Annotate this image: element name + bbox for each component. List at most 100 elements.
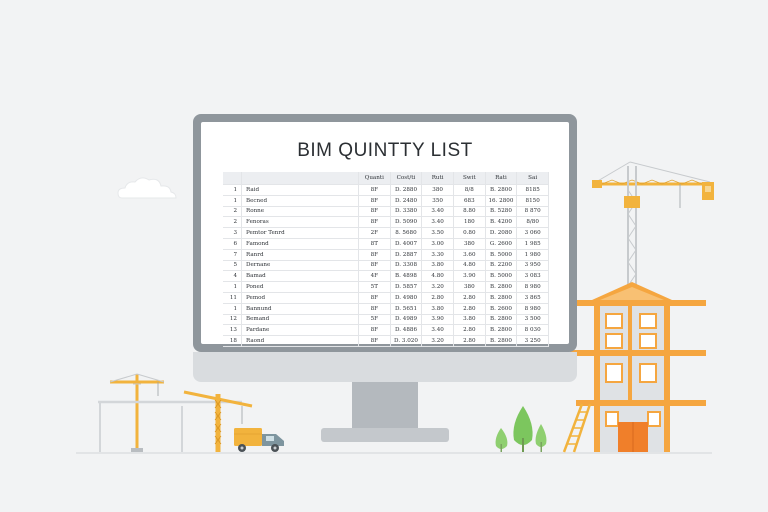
cell-value: 3.80 — [421, 303, 454, 315]
cell-value: 350 — [421, 195, 454, 207]
trees — [495, 406, 547, 452]
cell-value: 3.30 — [421, 249, 454, 261]
item-name: Bamad — [241, 270, 359, 283]
cell-value: D. 2080 — [485, 227, 518, 239]
monitor: BIM QUINTTY LIST Quanti Cost/ti Ruti Swit Ra… — [193, 114, 577, 352]
monitor-stand-neck — [352, 382, 418, 428]
cell-value: 3 500 — [516, 314, 549, 326]
cell-value: B. 4200 — [485, 216, 518, 229]
cell-value: B. 2800 — [485, 335, 518, 347]
row-number: 2 — [223, 216, 242, 229]
cell-value: B. 5000 — [485, 270, 518, 283]
cell-value: B. 2800 — [485, 184, 518, 196]
table-row: 1 Raid 8F D. 2880 380 8/8 B. 2800 8185 — [223, 184, 549, 196]
row-number: 1 — [223, 303, 242, 315]
cell-value: 3 250 — [516, 335, 549, 347]
item-name: Pemod — [241, 292, 359, 304]
cell-value: 8F — [358, 249, 391, 261]
cell-value: 8 980 — [516, 303, 549, 315]
cell-value: 8F — [358, 324, 391, 337]
row-number: 18 — [223, 335, 242, 347]
item-name: Raid — [241, 184, 359, 196]
cell-value: D. 4989 — [390, 314, 423, 326]
cell-value: D. 3308 — [390, 260, 423, 272]
cell-value: G. 2600 — [485, 238, 518, 250]
cell-value: 8F — [358, 292, 391, 304]
column-header — [241, 172, 359, 185]
cell-value: 8F — [358, 260, 391, 272]
table-body: 1 Raid 8F D. 2880 380 8/8 B. 2800 8185 1 Becned 8F… — [223, 184, 549, 347]
cell-value: B. 2200 — [485, 260, 518, 272]
table-header-row: Quanti Cost/ti Ruti Swit Rati Sai — [223, 172, 549, 185]
cell-value: D. 3.020 — [390, 335, 423, 347]
cell-value: 8F — [358, 216, 391, 229]
column-header: Sai — [516, 172, 549, 185]
row-number: 1 — [223, 281, 242, 293]
cell-value: 8 870 — [516, 206, 549, 218]
table-row: 11 Pemod 8F D. 4980 2.80 2.80 B. 2800 3 865 — [223, 292, 549, 304]
tree-icon — [535, 424, 547, 452]
table-row: 3 Pemtor Tenrd 2F 8. 5680 3.50 0.80 D. 2080 3 0… — [223, 227, 549, 239]
cell-value: 4.80 — [453, 260, 486, 272]
table-row: 13 Pardane 8F D. 4886 3.40 2.80 B. 2800 8 030 — [223, 324, 549, 337]
item-name: Ronne — [241, 206, 359, 218]
cell-value: B. 2800 — [485, 314, 518, 326]
cell-value: 3 060 — [516, 227, 549, 239]
column-header: Ruti — [421, 172, 454, 185]
item-name: Becned — [241, 195, 359, 207]
cell-value: 2.80 — [453, 292, 486, 304]
quantity-table: Quanti Cost/ti Ruti Swit Rati Sai 1 Raid 8F D. 2… — [223, 172, 549, 347]
row-number: 3 — [223, 227, 242, 239]
column-header: Quanti — [358, 172, 391, 185]
cell-value: 2.80 — [453, 303, 486, 315]
table-row: 1 Becned 8F D. 2480 350 683 16. 2800 8150 — [223, 195, 549, 207]
cell-value: 3.00 — [421, 238, 454, 250]
cell-value: 8150 — [516, 195, 549, 207]
row-number: 12 — [223, 314, 242, 326]
table-row: 6 Famond 8T D. 4007 3.00 380 G. 2600 1 985 — [223, 238, 549, 250]
row-number: 1 — [223, 184, 242, 196]
cell-value: 8 030 — [516, 324, 549, 337]
cell-value: B. 2800 — [485, 324, 518, 337]
item-name: Dernane — [241, 260, 359, 272]
cell-value: 8T — [358, 238, 391, 250]
cell-value: 3.80 — [453, 314, 486, 326]
cell-value: 2.80 — [453, 324, 486, 337]
row-number: 11 — [223, 292, 242, 304]
cell-value: 8F — [358, 184, 391, 196]
tree-icon — [513, 406, 533, 452]
cell-value: 16. 2800 — [485, 195, 518, 207]
cell-value: 5F — [358, 314, 391, 326]
cell-value: 3.40 — [421, 324, 454, 337]
cell-value: 8F — [358, 206, 391, 218]
cell-value: B. 2800 — [485, 281, 518, 293]
monitor-chin — [193, 352, 577, 382]
cell-value: 8/8 — [453, 184, 486, 196]
cell-value: 3.60 — [453, 249, 486, 261]
cell-value: 380 — [453, 281, 486, 293]
cell-value: D. 3380 — [390, 206, 423, 218]
table-row: 4 Bamad 4F B. 4898 4.80 3.90 B. 5000 3 083 — [223, 270, 549, 283]
cell-value: 3.90 — [421, 314, 454, 326]
item-name: Pardane — [241, 324, 359, 337]
cell-value: 3.50 — [421, 227, 454, 239]
screen: BIM QUINTTY LIST Quanti Cost/ti Ruti Swit Ra… — [201, 122, 569, 347]
row-number: 5 — [223, 260, 242, 272]
column-header: Rati — [485, 172, 518, 185]
row-number: 13 — [223, 324, 242, 337]
item-name: Pemtor Tenrd — [241, 227, 359, 239]
cell-value: 380 — [421, 184, 454, 196]
cell-value: B. 5000 — [485, 249, 518, 261]
illustration-scene: BIM QUINTTY LIST Quanti Cost/ti Ruti Swit Ra… — [0, 0, 768, 512]
cell-value: B. 2800 — [485, 292, 518, 304]
cell-value: 3 950 — [516, 260, 549, 272]
item-name: Raond — [241, 335, 359, 347]
row-number: 1 — [223, 195, 242, 207]
tree-icon — [495, 428, 508, 452]
column-header: Swit — [453, 172, 486, 185]
cell-value: 1 980 — [516, 249, 549, 261]
cell-value: 380 — [453, 238, 486, 250]
monitor-stand-base — [321, 428, 449, 442]
cell-value: 3.90 — [453, 270, 486, 283]
cell-value: B. 5280 — [485, 206, 518, 218]
